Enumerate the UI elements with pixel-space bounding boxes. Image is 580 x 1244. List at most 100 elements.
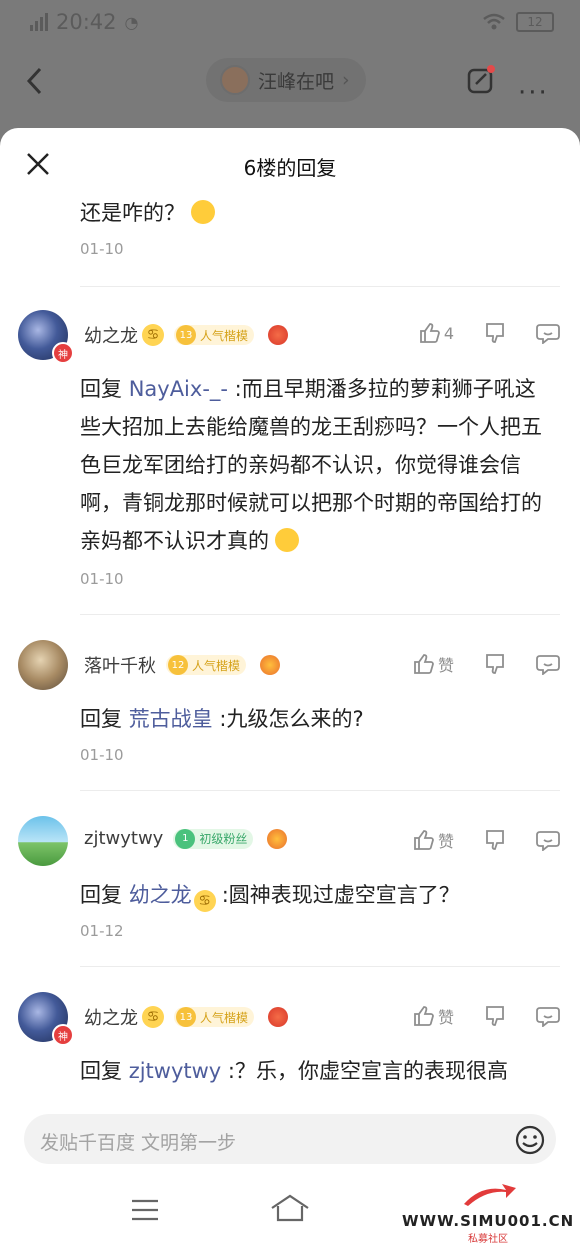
mention-link[interactable]: 幼之龙 bbox=[129, 883, 192, 907]
system-nav-bar: WWW.SIMU001.CN 私募社区 bbox=[0, 1176, 580, 1244]
sheet-title: 6楼的回复 bbox=[243, 156, 337, 180]
battery-icon: 12 bbox=[516, 12, 554, 32]
chevron-right-icon: › bbox=[342, 69, 350, 91]
thumbs-down-icon[interactable] bbox=[484, 322, 506, 344]
top-nav: 汪峰在吧 › ··· bbox=[0, 44, 580, 120]
reply-actions: 赞 bbox=[412, 828, 560, 852]
level-title: 人气楷模 bbox=[200, 1010, 249, 1025]
comment-icon[interactable] bbox=[536, 1005, 560, 1027]
comment-icon[interactable] bbox=[536, 653, 560, 675]
username[interactable]: 幼之龙 bbox=[84, 322, 138, 348]
forum-avatar bbox=[220, 65, 250, 95]
level-badge: 13 人气楷模 bbox=[174, 325, 255, 345]
mention-link[interactable]: NayAix-_- bbox=[129, 377, 228, 401]
reply-date: 01-10 bbox=[80, 570, 124, 588]
reply-prefix: 回复 bbox=[80, 707, 122, 731]
divider bbox=[80, 966, 560, 967]
thumbs-up-icon bbox=[414, 1006, 434, 1026]
watermark-text: WWW.SIMU001.CN bbox=[402, 1212, 575, 1230]
username[interactable]: zjtwytwy bbox=[84, 828, 163, 849]
status-time: 20:42 bbox=[56, 10, 117, 34]
level-badge: 13 人气楷模 bbox=[174, 1007, 255, 1027]
signal-icon bbox=[30, 13, 48, 31]
input-placeholder: 发贴千百度 文明第一步 bbox=[40, 1132, 237, 1154]
god-badge: 神 bbox=[52, 342, 74, 364]
reply-list[interactable]: 还是咋的？ 01-10 神 幼之龙 ♋ 13 人气楷模 4 回复 NayAix-… bbox=[0, 200, 580, 1106]
like-label: 赞 bbox=[437, 656, 454, 675]
notification-icon: ◔ bbox=[124, 12, 139, 32]
home-icon[interactable] bbox=[270, 1192, 310, 1224]
username[interactable]: 落叶千秋 bbox=[84, 652, 156, 678]
level-badge: 1 初级粉丝 bbox=[173, 828, 254, 849]
medal-icon bbox=[267, 828, 288, 849]
reply-actions: 赞 bbox=[412, 1004, 560, 1028]
avatar[interactable] bbox=[18, 640, 68, 690]
level-number: 13 bbox=[176, 325, 196, 345]
mention-link[interactable]: 荒古战皇 bbox=[129, 707, 213, 731]
forum-pill[interactable]: 汪峰在吧 › bbox=[206, 58, 366, 102]
watermark-logo bbox=[464, 1184, 516, 1206]
thumbs-up-icon bbox=[419, 323, 440, 343]
thumbs-down-icon[interactable] bbox=[484, 829, 506, 851]
thumbs-down-icon[interactable] bbox=[484, 1005, 506, 1027]
back-icon[interactable] bbox=[24, 66, 46, 96]
wifi-icon bbox=[483, 13, 505, 30]
like-button[interactable]: 赞 bbox=[412, 828, 454, 852]
reply-prefix: 回复 bbox=[80, 1059, 122, 1083]
level-number: 13 bbox=[176, 1007, 196, 1027]
thumbs-down-icon[interactable] bbox=[484, 653, 506, 675]
more-icon[interactable]: ··· bbox=[518, 78, 549, 108]
level-badge: 12 人气楷模 bbox=[166, 655, 247, 675]
medal-icon bbox=[260, 655, 281, 675]
thumbs-up-icon bbox=[414, 654, 434, 674]
reply-actions: 4 bbox=[418, 322, 560, 344]
username-row: zjtwytwy 1 初级粉丝 bbox=[84, 828, 288, 849]
comment-icon[interactable] bbox=[536, 322, 560, 344]
medal-icon bbox=[268, 325, 289, 345]
emoji-picker-icon[interactable] bbox=[514, 1124, 546, 1156]
like-button[interactable]: 赞 bbox=[412, 1004, 454, 1028]
reply-body: 回复 幼之龙 ♋:圆神表现过虚空宣言了？ bbox=[80, 876, 552, 914]
god-badge: 神 bbox=[52, 1024, 74, 1046]
reply-date: 01-10 bbox=[80, 746, 124, 764]
menu-icon[interactable] bbox=[130, 1198, 160, 1222]
divider bbox=[80, 790, 560, 791]
thumbs-up-icon bbox=[414, 830, 434, 850]
reply-body: 回复 NayAix-_- :而且早期潘多拉的萝莉狮子吼这些大招加上去能给魔兽的龙… bbox=[80, 370, 552, 560]
comment-icon[interactable] bbox=[536, 829, 560, 851]
level-title: 人气楷模 bbox=[192, 658, 241, 673]
avatar[interactable] bbox=[18, 816, 68, 866]
reply-text: :圆神表现过虚空宣言了？ bbox=[221, 883, 460, 907]
like-count: 4 bbox=[443, 323, 454, 343]
level-title: 人气楷模 bbox=[200, 328, 249, 343]
watermark: WWW.SIMU001.CN 私募社区 bbox=[402, 1184, 575, 1244]
like-label: 赞 bbox=[437, 832, 454, 851]
username-row: 幼之龙 ♋ 13 人气楷模 bbox=[84, 1004, 289, 1030]
like-button[interactable]: 4 bbox=[418, 322, 454, 344]
emoji-icon bbox=[191, 200, 215, 224]
username[interactable]: 幼之龙 bbox=[84, 1004, 138, 1030]
username-row: 落叶千秋 12 人气楷模 bbox=[84, 652, 281, 678]
zodiac-icon: ♋ bbox=[142, 1006, 164, 1028]
divider bbox=[80, 286, 560, 287]
reply-body: 回复 zjtwytwy :？乐，你虚空宣言的表现很高 bbox=[80, 1052, 552, 1090]
level-number: 12 bbox=[168, 655, 188, 675]
mention-link[interactable]: zjtwytwy bbox=[129, 1059, 222, 1083]
username-row: 幼之龙 ♋ 13 人气楷模 bbox=[84, 322, 289, 348]
zodiac-icon: ♋ bbox=[142, 324, 164, 346]
emoji-icon bbox=[275, 528, 299, 552]
reply-sheet: 6楼的回复 还是咋的？ 01-10 神 幼之龙 ♋ 13 人气楷模 4 回复 N… bbox=[0, 128, 580, 1244]
divider bbox=[80, 614, 560, 615]
level-number: 1 bbox=[175, 828, 196, 849]
reply-prefix: 回复 bbox=[80, 883, 122, 907]
status-bar: 20:42 ◔ 12 bbox=[0, 0, 580, 44]
like-button[interactable]: 赞 bbox=[412, 652, 454, 676]
reply-text: 还是咋的？ bbox=[80, 201, 185, 225]
reply-actions: 赞 bbox=[412, 652, 560, 676]
reply-date: 01-12 bbox=[80, 922, 124, 940]
comment-input[interactable]: 发贴千百度 文明第一步 bbox=[24, 1114, 556, 1164]
sheet-header: 6楼的回复 bbox=[0, 128, 580, 200]
reply-date: 01-10 bbox=[80, 240, 124, 258]
edit-icon[interactable] bbox=[466, 64, 496, 96]
watermark-sub: 私募社区 bbox=[468, 1234, 508, 1244]
